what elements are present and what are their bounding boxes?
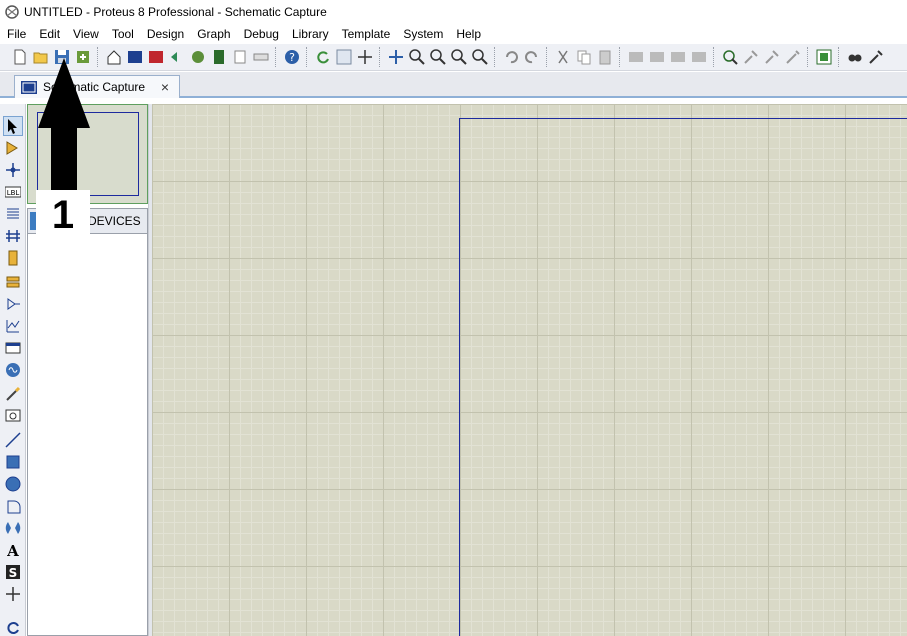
menu-template[interactable]: Template [335,24,397,44]
selection-mode-icon[interactable] [3,116,23,136]
block-rotate-icon[interactable] [667,47,688,68]
rotate-icon[interactable] [3,618,23,636]
toolbar-separator [807,47,809,67]
zoom-out-icon[interactable] [427,47,448,68]
terminals-icon[interactable] [3,272,23,292]
3d-viewer-icon[interactable] [166,47,187,68]
undo-icon[interactable] [500,47,521,68]
proteus-app-icon [5,5,19,19]
redo-icon[interactable] [521,47,542,68]
document-tab-bar: Schematic Capture × [0,72,907,98]
menu-tool[interactable]: Tool [105,24,140,44]
pick-device-icon[interactable] [719,47,740,68]
box-icon[interactable] [3,452,23,472]
menu-design[interactable]: Design [140,24,190,44]
schematic-icon[interactable] [124,47,145,68]
closed-path-icon[interactable] [3,518,23,538]
gerber-icon[interactable] [187,47,208,68]
new-file-icon[interactable] [9,47,30,68]
menu-graph[interactable]: Graph [190,24,236,44]
zoom-in-icon[interactable] [406,47,427,68]
wire-label-icon[interactable]: LBL [3,182,23,202]
refresh-icon[interactable] [312,47,333,68]
toolbar-separator [546,47,548,67]
arc-icon[interactable] [3,496,23,516]
make-device-icon[interactable] [740,47,761,68]
property-tool-icon[interactable] [865,47,886,68]
block-delete-icon[interactable] [688,47,709,68]
schematic-tab-icon [21,80,37,94]
voltage-probe-icon[interactable] [3,384,23,404]
svg-text:A: A [6,542,19,558]
marker-icon[interactable] [3,584,23,604]
menu-debug[interactable]: Debug [237,24,285,44]
sheet-border [459,118,907,636]
packaging-tool-icon[interactable] [761,47,782,68]
zoom-area-icon[interactable] [469,47,490,68]
menu-bar: File Edit View Tool Design Graph Debug L… [0,24,907,44]
menu-edit[interactable]: Edit [32,24,66,44]
cut-icon[interactable] [552,47,573,68]
device-pins-icon[interactable] [3,294,23,314]
pcb-icon[interactable] [145,47,166,68]
menu-help[interactable]: Help [449,24,487,44]
paste-icon[interactable] [594,47,615,68]
bom-icon[interactable] [208,47,229,68]
text-icon[interactable]: A [3,540,23,560]
circle-icon[interactable] [3,474,23,494]
main-toolbar: ? [0,44,907,71]
tape-recorder-icon[interactable] [3,338,23,358]
component-mode-icon[interactable] [3,138,23,158]
junction-dot-icon[interactable] [3,160,23,180]
line-icon[interactable] [3,430,23,450]
title-bar: UNTITLED - Proteus 8 Professional - Sche… [0,0,907,24]
copy-icon[interactable] [573,47,594,68]
decompose-icon[interactable] [782,47,803,68]
mode-toolbox: LBL A S [0,104,26,636]
devices-title: DEVICES [88,214,141,228]
svg-text:LBL: LBL [7,189,20,197]
toolbar-separator [379,47,381,67]
devices-panel: P DEVICES [27,208,148,636]
block-move-icon[interactable] [646,47,667,68]
virtual-instruments-icon[interactable] [3,406,23,426]
menu-file[interactable]: File [0,24,32,44]
design-explorer-icon[interactable] [229,47,250,68]
annotation-step-number: 1 [36,190,90,240]
toolbar-separator [838,47,840,67]
toolbar-separator [713,47,715,67]
help-icon[interactable]: ? [281,47,302,68]
tab-close-icon[interactable]: × [161,79,169,95]
generator-icon[interactable] [3,360,23,380]
home-icon[interactable] [103,47,124,68]
window-title: UNTITLED - Proteus 8 Professional - Sche… [24,5,327,19]
svg-text:S: S [9,566,18,580]
wire-autorouter-icon[interactable] [813,47,834,68]
origin-icon[interactable] [354,47,375,68]
svg-text:?: ? [289,51,295,64]
grid-icon[interactable] [333,47,354,68]
text-script-icon[interactable] [3,204,23,224]
toolbar-separator [494,47,496,67]
block-copy-icon[interactable] [625,47,646,68]
menu-library[interactable]: Library [285,24,335,44]
zoom-all-icon[interactable] [448,47,469,68]
graph-icon[interactable] [3,316,23,336]
toolbar-separator [306,47,308,67]
pan-icon[interactable] [385,47,406,68]
toolbar-separator [275,47,277,67]
schematic-editing-canvas[interactable] [152,104,907,636]
toolbar-separator [619,47,621,67]
menu-view[interactable]: View [66,24,105,44]
toolbar-separator [97,47,99,67]
buses-icon[interactable] [3,226,23,246]
symbol-icon[interactable]: S [3,562,23,582]
annotation-arrow-icon [38,58,90,190]
search-tag-icon[interactable] [844,47,865,68]
notes-icon[interactable] [250,47,271,68]
menu-system[interactable]: System [396,24,449,44]
subcircuit-icon[interactable] [3,248,23,268]
